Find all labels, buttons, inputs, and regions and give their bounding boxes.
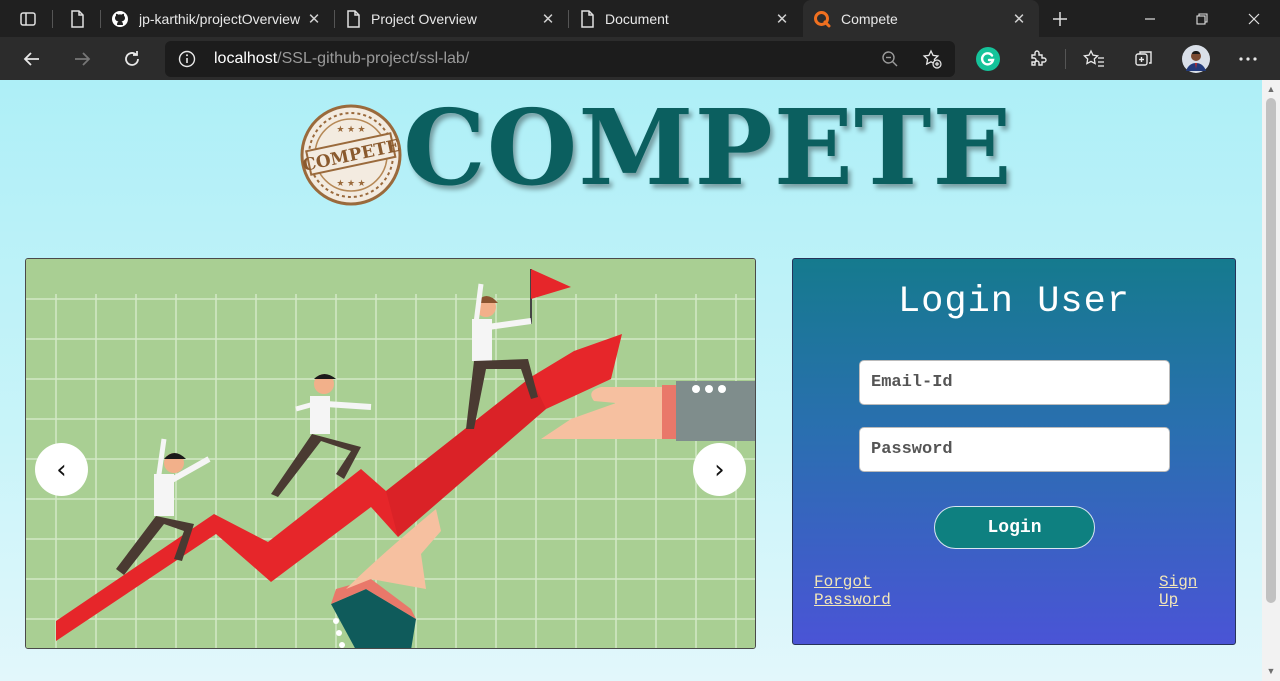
growth-illustration xyxy=(26,259,755,648)
svg-text:★ ★ ★: ★ ★ ★ xyxy=(336,124,365,134)
tab-title: Project Overview xyxy=(371,10,477,27)
forward-icon[interactable] xyxy=(64,41,100,77)
extensions-icon[interactable] xyxy=(1020,41,1056,77)
login-panel: Login User Login ForgotPassword SignUp xyxy=(792,258,1236,645)
svg-text:★ ★ ★: ★ ★ ★ xyxy=(336,178,365,188)
login-button[interactable]: Login xyxy=(934,506,1095,549)
restore-icon[interactable] xyxy=(1176,0,1228,37)
login-title: Login User xyxy=(897,281,1131,323)
minimize-icon[interactable] xyxy=(1124,0,1176,37)
add-favorite-icon[interactable] xyxy=(922,49,942,69)
close-icon[interactable]: ✕ xyxy=(1009,10,1029,28)
tab-title: Document xyxy=(605,10,669,27)
tab-title: jp-karthik/projectOverview xyxy=(139,10,301,27)
collections-icon[interactable] xyxy=(1126,41,1162,77)
close-icon[interactable]: ✕ xyxy=(538,10,558,28)
new-tab-icon[interactable] xyxy=(1036,0,1084,37)
site-wordmark: COMPETE xyxy=(403,86,1013,209)
forgot-password-link[interactable]: Forgot Password xyxy=(814,573,891,609)
tab-project-overview[interactable]: Project Overview ✕ xyxy=(335,0,568,37)
sign-up-link[interactable]: Sign Up xyxy=(1159,573,1197,609)
password-field[interactable] xyxy=(859,427,1170,472)
tab-compete[interactable]: Compete ✕ xyxy=(803,0,1039,37)
reload-icon[interactable] xyxy=(114,41,150,77)
scroll-down-icon[interactable]: ▼ xyxy=(1266,666,1276,676)
site-logo[interactable]: COMPETE ★ ★ ★ ★ ★ ★ COMPETE xyxy=(298,96,1012,208)
page-icon xyxy=(581,9,594,28)
tab-title: Compete xyxy=(841,10,898,27)
email-field[interactable] xyxy=(859,360,1170,405)
tab-strip: jp-karthik/projectOverview ✕ Project Ove… xyxy=(0,0,1280,37)
page-viewport: COMPETE ★ ★ ★ ★ ★ ★ COMPETE ‹ › Login Us… xyxy=(0,80,1262,681)
github-icon xyxy=(112,10,128,27)
avatar[interactable] xyxy=(1178,41,1214,77)
more-options-icon[interactable] xyxy=(1230,41,1266,77)
tab-github[interactable]: jp-karthik/projectOverview ✕ xyxy=(101,0,334,37)
grammarly-icon[interactable] xyxy=(970,41,1006,77)
window-close-icon[interactable] xyxy=(1228,0,1280,37)
browser-toolbar: localhost/SSL-github-project/ssl-lab/ xyxy=(0,37,1280,80)
page-scrollbar[interactable]: ▲ ▼ xyxy=(1262,80,1280,681)
close-icon[interactable]: ✕ xyxy=(772,10,792,28)
zoom-icon[interactable] xyxy=(881,50,899,68)
url-text: localhost/SSL-github-project/ssl-lab/ xyxy=(214,50,470,67)
back-icon[interactable] xyxy=(14,41,50,77)
close-icon[interactable]: ✕ xyxy=(304,10,324,28)
tab-actions-icon[interactable] xyxy=(4,0,52,37)
address-bar[interactable]: localhost/SSL-github-project/ssl-lab/ xyxy=(165,41,955,77)
info-icon[interactable] xyxy=(178,50,196,68)
scroll-up-icon[interactable]: ▲ xyxy=(1266,84,1276,94)
carousel-prev-button[interactable]: ‹ xyxy=(35,443,88,496)
workspaces-icon[interactable] xyxy=(53,0,101,37)
tab-document[interactable]: Document ✕ xyxy=(569,0,802,37)
page-icon xyxy=(347,9,360,28)
compete-seal-logo: COMPETE ★ ★ ★ ★ ★ ★ xyxy=(300,104,402,206)
carousel-next-button[interactable]: › xyxy=(693,443,746,496)
favorites-icon[interactable] xyxy=(1076,41,1112,77)
image-carousel[interactable]: ‹ › xyxy=(25,258,756,649)
compete-favicon xyxy=(814,10,831,27)
scroll-thumb[interactable] xyxy=(1266,98,1276,603)
